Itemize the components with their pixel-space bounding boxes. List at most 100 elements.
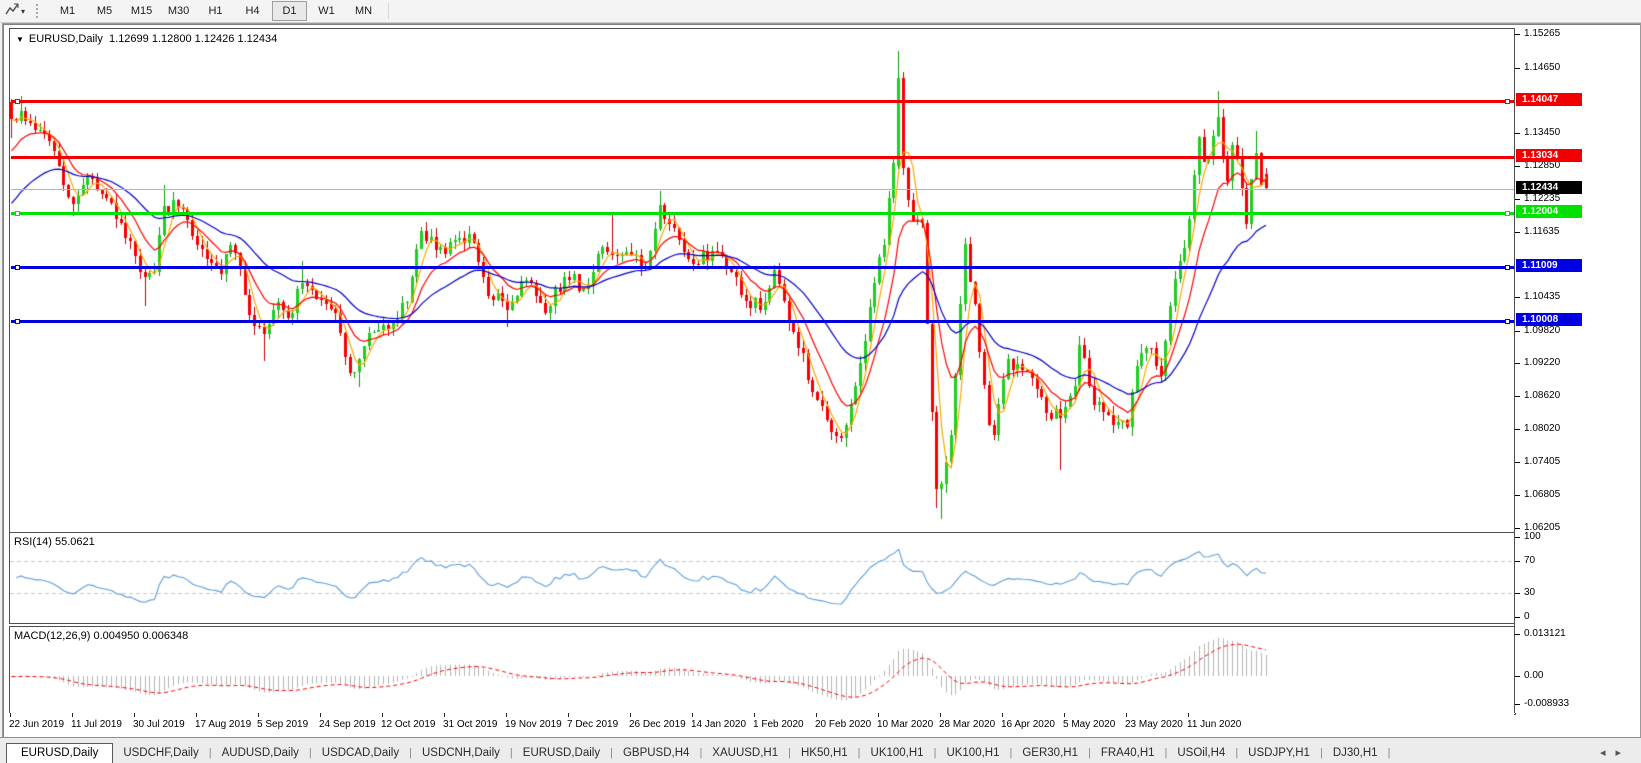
tab-uk100-h1-10[interactable]: UK100,H1 [936, 742, 1009, 763]
timeframe-button-m30[interactable]: M30 [161, 1, 196, 21]
tab-scroll-left-icon[interactable]: ◂ [1600, 747, 1616, 759]
price-tick-label: 1.13450 [1524, 127, 1560, 138]
tab-usdcad-daily-3[interactable]: USDCAD,Daily [312, 742, 409, 763]
timeframe-button-m15[interactable]: M15 [124, 1, 159, 21]
hline-1.14047[interactable] [11, 100, 1514, 103]
tab-audusd-daily-2[interactable]: AUDUSD,Daily [212, 742, 309, 763]
collapse-caret-icon[interactable]: ▼ [16, 35, 24, 44]
timeframe-button-h1[interactable]: H1 [198, 1, 233, 21]
tab-fra40-h1-12[interactable]: FRA40,H1 [1091, 742, 1165, 763]
date-label: 20 Feb 2020 [815, 719, 871, 730]
price-tick-label: 1.15265 [1524, 28, 1560, 39]
tab-usoil-h4-13[interactable]: USOil,H4 [1167, 742, 1235, 763]
rsi-tick [1515, 593, 1520, 594]
price-tick-label: 1.06805 [1524, 489, 1560, 500]
rsi-label: RSI(14) 55.0621 [14, 536, 95, 548]
rsi-pane: RSI(14) 55.0621 [9, 532, 1516, 624]
line-handle[interactable] [1505, 319, 1510, 324]
line-handle[interactable] [15, 265, 20, 270]
tab-eurusd-daily-0[interactable]: EURUSD,Daily [6, 743, 113, 763]
date-label: 31 Oct 2019 [443, 719, 497, 730]
date-label: 11 Jul 2019 [71, 719, 122, 730]
chart-tool-button[interactable]: ▾ [2, 2, 28, 20]
line-handle[interactable] [1505, 99, 1510, 104]
tab-xauusd-h1-7[interactable]: XAUUSD,H1 [702, 742, 788, 763]
price-tick [1515, 363, 1520, 364]
hline-1.10008[interactable] [11, 320, 1514, 323]
price-level-badge-1.13034: 1.13034 [1516, 149, 1582, 162]
tab-usdcnh-daily-4[interactable]: USDCNH,Daily [412, 742, 510, 763]
timeframe-button-mn[interactable]: MN [346, 1, 381, 21]
timeframe-toolbar: M1M5M15M30H1H4D1W1MN [49, 1, 382, 21]
date-label: 11 Jun 2020 [1187, 719, 1241, 730]
date-tick [196, 713, 197, 717]
price-tick [1515, 462, 1520, 463]
date-label: 23 May 2020 [1125, 719, 1183, 730]
hline-1.11009[interactable] [11, 266, 1514, 269]
timeframe-button-w1[interactable]: W1 [309, 1, 344, 21]
date-tick [258, 713, 259, 717]
timeframe-button-m1[interactable]: M1 [50, 1, 85, 21]
line-handle[interactable] [1505, 211, 1510, 216]
tab-eurusd-daily-5[interactable]: EURUSD,Daily [513, 742, 610, 763]
chart-ohlc-values: 1.12699 1.12800 1.12426 1.12434 [109, 33, 277, 45]
date-tick [630, 713, 631, 717]
chart-header: ▼ EURUSD,Daily 1.12699 1.12800 1.12426 1.… [16, 33, 277, 45]
timeframe-button-m5[interactable]: M5 [87, 1, 122, 21]
tab-uk100-h1-9[interactable]: UK100,H1 [861, 742, 934, 763]
tab-separator: | [1388, 742, 1391, 763]
hline-1.13034[interactable] [11, 156, 1514, 159]
tab-dj30-h1-15[interactable]: DJ30,H1 [1323, 742, 1388, 763]
price-level-badge-1.14047: 1.14047 [1516, 93, 1582, 106]
price-axis[interactable]: 1.152651.146501.134501.128501.122351.116… [1514, 28, 1640, 713]
price-tick-label: 1.08020 [1524, 423, 1560, 434]
date-tick [1002, 713, 1003, 717]
line-handle[interactable] [15, 319, 20, 324]
dropdown-caret-icon[interactable]: ▾ [21, 7, 25, 16]
rsi-canvas[interactable] [10, 533, 1513, 621]
tab-scroll-arrows[interactable]: ◂▸ [1600, 746, 1631, 759]
date-tick [878, 713, 879, 717]
line-handle[interactable] [1505, 265, 1510, 270]
price-tick [1515, 133, 1520, 134]
price-tick [1515, 495, 1520, 496]
macd-tick-label: 0.013121 [1524, 628, 1566, 639]
date-axis[interactable]: 22 Jun 201911 Jul 201930 Jul 201917 Aug … [9, 713, 1514, 735]
toolbar-grip[interactable] [36, 4, 41, 18]
date-label: 24 Sep 2019 [319, 719, 376, 730]
price-tick [1515, 396, 1520, 397]
tab-gbpusd-h4-6[interactable]: GBPUSD,H4 [613, 742, 699, 763]
tab-usdjpy-h1-14[interactable]: USDJPY,H1 [1238, 742, 1320, 763]
line-handle[interactable] [15, 99, 20, 104]
tab-usdchf-daily-1[interactable]: USDCHF,Daily [113, 742, 208, 763]
date-tick [1126, 713, 1127, 717]
date-tick [444, 713, 445, 717]
price-tick-label: 1.08620 [1524, 390, 1560, 401]
date-label: 7 Dec 2019 [567, 719, 618, 730]
chart-window: ▼ EURUSD,Daily 1.12699 1.12800 1.12426 1.… [2, 23, 1641, 738]
price-tick-label: 1.11635 [1524, 226, 1559, 237]
tab-ger30-h1-11[interactable]: GER30,H1 [1012, 742, 1088, 763]
date-tick [382, 713, 383, 717]
price-level-badge-1.10008: 1.10008 [1516, 313, 1582, 326]
price-tick-label: 1.09220 [1524, 357, 1560, 368]
current-price-line[interactable] [11, 189, 1514, 190]
macd-canvas[interactable] [10, 627, 1513, 712]
date-tick [692, 713, 693, 717]
price-tick [1515, 34, 1520, 35]
date-label: 19 Nov 2019 [505, 719, 562, 730]
chart-symbol-label: EURUSD,Daily [29, 33, 103, 45]
date-label: 26 Dec 2019 [629, 719, 686, 730]
timeframe-button-h4[interactable]: H4 [235, 1, 270, 21]
date-tick [10, 713, 11, 717]
date-tick [754, 713, 755, 717]
date-label: 5 May 2020 [1063, 719, 1115, 730]
price-tick-label: 1.14650 [1524, 62, 1560, 73]
tab-scroll-right-icon[interactable]: ▸ [1615, 747, 1631, 759]
rsi-tick [1515, 537, 1520, 538]
macd-tick-label: 0.00 [1524, 670, 1543, 681]
line-handle[interactable] [15, 211, 20, 216]
hline-1.12004[interactable] [11, 212, 1514, 215]
timeframe-button-d1[interactable]: D1 [272, 1, 307, 21]
tab-hk50-h1-8[interactable]: HK50,H1 [791, 742, 858, 763]
